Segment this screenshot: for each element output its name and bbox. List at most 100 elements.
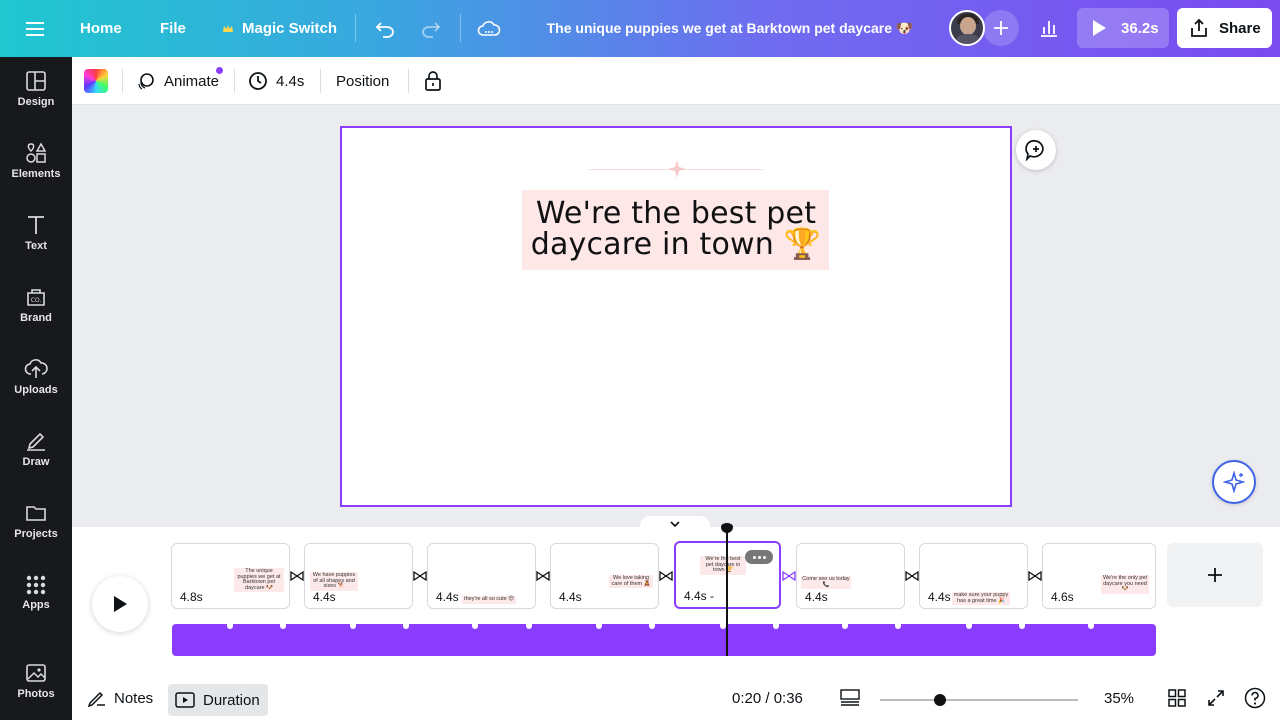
beat-marker <box>1019 624 1025 629</box>
grid-view-icon[interactable] <box>1168 676 1186 720</box>
animate-button[interactable]: Animate <box>136 57 219 105</box>
fullscreen-icon[interactable] <box>1207 676 1225 720</box>
file-menu-button[interactable]: File <box>160 0 186 57</box>
duration-label: Duration <box>203 691 260 709</box>
play-icon <box>114 596 127 612</box>
beat-marker <box>966 624 972 629</box>
page-thumbnail-4[interactable]: We love taking care of them 🧸 4.4s <box>550 543 659 609</box>
audio-track[interactable] <box>172 624 1156 656</box>
duration-button[interactable]: Duration <box>168 684 268 716</box>
beat-marker <box>895 624 901 629</box>
add-collaborator-button[interactable] <box>983 10 1019 46</box>
chevron-down-icon <box>670 521 680 527</box>
add-page-button[interactable] <box>1167 543 1263 607</box>
page-duration: 4.4s <box>928 590 951 604</box>
plus-icon <box>994 21 1008 35</box>
cloud-save-icon[interactable] <box>477 0 501 57</box>
thumbnail-text: We're the best pet daycare in town 🏆 <box>700 556 746 575</box>
beat-marker <box>350 624 356 629</box>
home-button[interactable]: Home <box>80 0 122 57</box>
share-icon <box>1191 18 1207 37</box>
lock-icon[interactable] <box>424 57 442 105</box>
sidebar-item-label: Apps <box>22 599 50 611</box>
design-title[interactable]: The unique puppies we get at Barktown pe… <box>520 0 940 57</box>
transition-icon[interactable] <box>535 569 551 583</box>
thumbnail-text: they're all so cute 😍 <box>462 596 516 604</box>
page-thumbnail-6[interactable]: Come see us today 📞 4.4s <box>796 543 905 609</box>
page-thumbnail-2[interactable]: We have puppies of all shapes and sizes … <box>304 543 413 609</box>
position-button[interactable]: Position <box>336 57 389 105</box>
sidebar-item-photos[interactable]: Photos <box>0 649 72 713</box>
sidebar-item-label: Design <box>17 96 55 108</box>
page-duration: 4.4s <box>805 590 828 604</box>
page-more-options-button[interactable] <box>745 550 773 564</box>
transition-icon[interactable] <box>289 569 305 583</box>
zoom-level[interactable]: 35% <box>1104 676 1134 720</box>
sidebar-item-draw[interactable]: Draw <box>0 417 72 481</box>
crown-icon <box>223 24 233 32</box>
share-button[interactable]: Share <box>1177 8 1272 48</box>
magic-assistant-button[interactable] <box>1212 460 1256 504</box>
thumbnail-text: We're the only pet daycare you need 🐶 <box>1101 575 1149 594</box>
menu-icon[interactable] <box>26 0 46 57</box>
context-toolbar: Animate 4.4s Position <box>72 57 1280 105</box>
headline-text-box[interactable]: We're the best pet daycare in town 🏆 <box>522 190 829 270</box>
beat-marker <box>526 624 532 629</box>
animate-icon <box>138 73 154 90</box>
help-icon[interactable] <box>1244 676 1266 720</box>
beat-marker <box>472 624 478 629</box>
beat-marker <box>842 624 848 629</box>
sidebar-item-text[interactable]: Text <box>0 201 72 265</box>
page-thumbnail-8[interactable]: We're the only pet daycare you need 🐶 4.… <box>1042 543 1156 609</box>
page-thumbnail-1[interactable]: The unique puppies we get at Barktown pe… <box>171 543 290 609</box>
sidebar-item-elements[interactable]: Elements <box>0 129 72 193</box>
sidebar-item-apps[interactable]: Apps <box>0 561 72 625</box>
headline-text[interactable]: We're the best pet daycare in town 🏆 <box>530 198 822 260</box>
page-duration: 4.6s <box>1051 590 1074 604</box>
present-play-button[interactable]: 36.2s <box>1077 8 1169 48</box>
page-duration: 4.4s - <box>684 589 715 603</box>
design-page[interactable]: We're the best pet daycare in town 🏆 <box>340 126 1012 507</box>
timeline-play-button[interactable] <box>92 576 148 632</box>
transition-icon[interactable] <box>904 569 920 583</box>
page-duration: 4.4s <box>313 590 336 604</box>
divider <box>234 69 235 93</box>
playhead[interactable] <box>726 528 728 656</box>
color-picker-button[interactable] <box>84 69 108 93</box>
zoom-slider-track[interactable] <box>880 699 1078 701</box>
redo-icon[interactable] <box>420 0 442 57</box>
insights-button[interactable] <box>1031 10 1067 46</box>
bottom-bar: Notes Duration 0:20 / 0:36 35% <box>72 676 1280 720</box>
sidebar-item-label: Draw <box>22 456 50 468</box>
divider <box>320 69 321 93</box>
beat-marker <box>596 624 602 629</box>
design-icon <box>26 71 46 91</box>
page-view-toggle-icon[interactable] <box>840 676 860 720</box>
add-comment-button[interactable] <box>1016 130 1056 170</box>
sparkle-icon <box>668 160 686 178</box>
avatar[interactable] <box>949 10 985 46</box>
headline-line-1: We're the best pet <box>535 196 817 231</box>
transition-icon[interactable] <box>412 569 428 583</box>
undo-icon[interactable] <box>374 0 396 57</box>
sparkle-icon <box>1223 471 1245 493</box>
sidebar-item-label: Photos <box>17 688 55 700</box>
page-thumbnail-7[interactable]: make sure your puppy has a great time 🎉 … <box>919 543 1028 609</box>
sidebar-item-projects[interactable]: Projects <box>0 489 72 553</box>
page-duration-button[interactable]: 4.4s <box>248 57 304 105</box>
zoom-slider-handle[interactable] <box>934 694 946 706</box>
sidebar-item-brand[interactable]: CO. Brand <box>0 273 72 337</box>
sidebar-item-design[interactable]: Design <box>0 57 72 121</box>
transition-icon[interactable] <box>1027 569 1043 583</box>
transition-icon[interactable] <box>658 569 674 583</box>
sidebar-item-label: Brand <box>20 312 52 324</box>
thumbnail-text: The unique puppies we get at Barktown pe… <box>234 568 284 592</box>
page-thumbnail-3[interactable]: they're all so cute 😍 4.4s <box>427 543 536 609</box>
magic-switch-button[interactable]: Magic Switch <box>222 0 337 57</box>
collapse-timeline-button[interactable] <box>640 516 710 532</box>
magic-switch-label: Magic Switch <box>242 20 338 37</box>
notes-button[interactable]: Notes <box>88 676 153 720</box>
brand-icon: CO. <box>27 289 45 306</box>
sidebar-item-uploads[interactable]: Uploads <box>0 345 72 409</box>
transition-icon[interactable] <box>781 569 797 583</box>
